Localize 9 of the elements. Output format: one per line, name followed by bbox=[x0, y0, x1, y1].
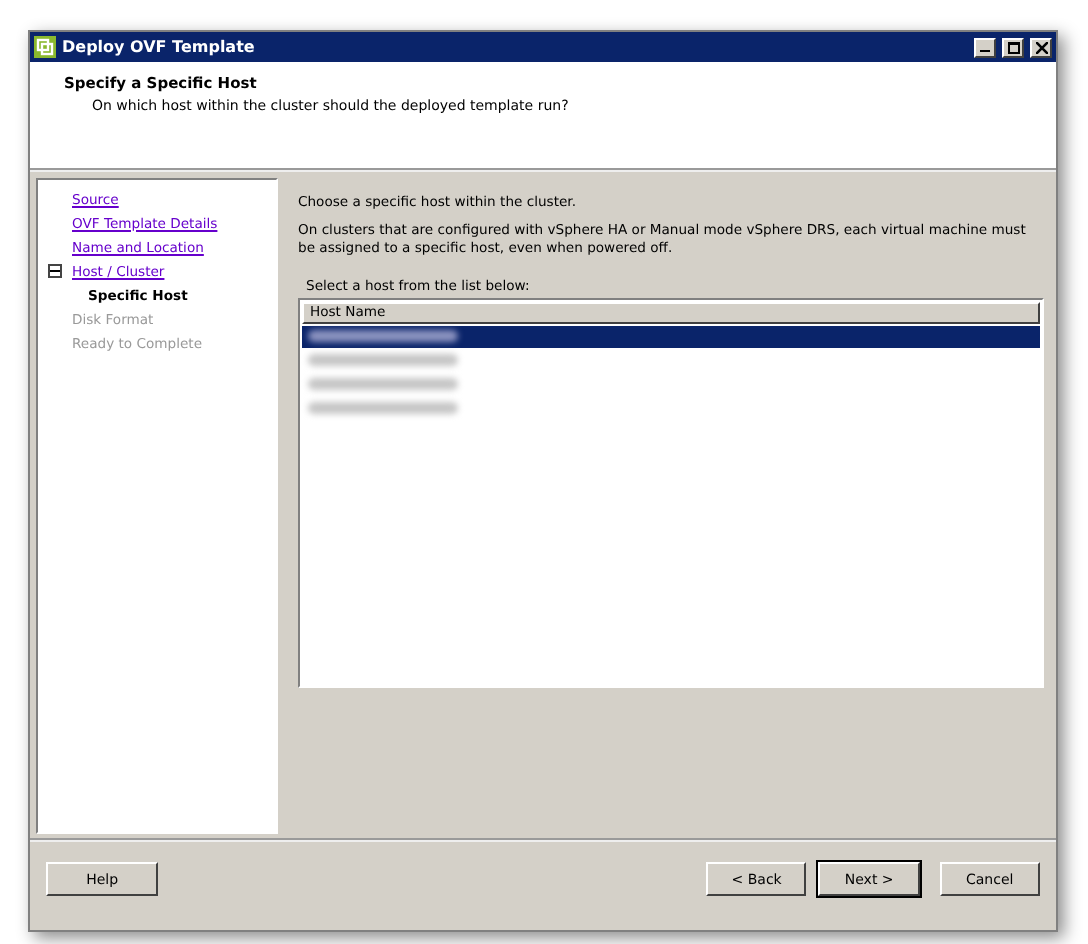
maximize-icon bbox=[1007, 41, 1019, 53]
close-icon bbox=[1035, 41, 1047, 53]
maximize-button[interactable] bbox=[1002, 37, 1024, 57]
minimize-button[interactable] bbox=[974, 37, 996, 57]
app-logo-icon bbox=[34, 36, 56, 58]
window-title: Deploy OVF Template bbox=[62, 38, 257, 56]
collapse-icon[interactable] bbox=[48, 264, 62, 278]
host-row[interactable] bbox=[302, 325, 1040, 348]
close-button[interactable] bbox=[1030, 37, 1052, 57]
